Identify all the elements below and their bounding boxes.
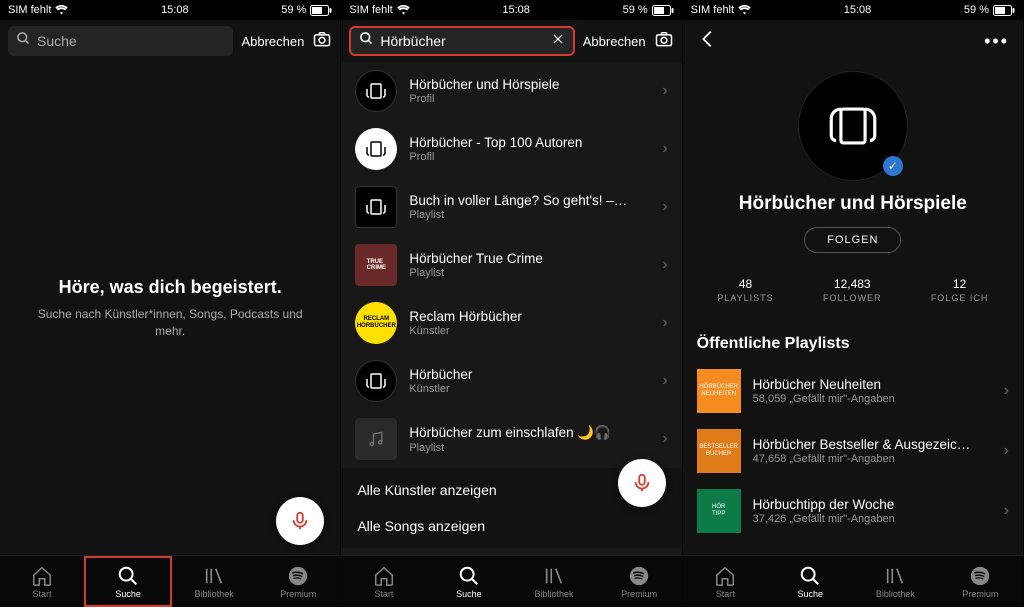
camera-button[interactable] (654, 29, 674, 54)
status-bar: SIM fehlt 15:08 59 % (683, 0, 1023, 20)
result-item[interactable]: HörbücherKünstler › (341, 352, 681, 410)
result-item[interactable]: Hörbücher zum einschlafen 🌙🎧Playlist › (341, 410, 681, 468)
battery-icon (993, 5, 1015, 16)
result-thumb (355, 128, 397, 170)
battery-icon (652, 5, 674, 16)
tab-bibliothek[interactable]: Bibliothek (172, 556, 256, 607)
stat-followers[interactable]: 12,483FOLLOWER (823, 277, 882, 303)
tab-premium[interactable]: Premium (938, 556, 1023, 607)
playlist-list: HÖRBÜCHERNEUHEITEN Hörbücher Neuheiten58… (683, 361, 1023, 541)
screen-search-empty: SIM fehlt 15:08 59 % Abbrechen Höre, was… (0, 0, 341, 607)
result-item[interactable]: Buch in voller Länge? So geht's! –…Playl… (341, 178, 681, 236)
section-public-playlists: Öffentliche Playlists (683, 317, 1023, 361)
result-item[interactable]: Hörbücher - Top 100 AutorenProfil › (341, 120, 681, 178)
wifi-icon (738, 5, 751, 15)
result-thumb: RECLAMHÖRBÜCHER (355, 302, 397, 344)
result-thumb: TRUECRIME (355, 244, 397, 286)
battery-icon (310, 5, 332, 16)
result-item[interactable]: TRUECRIME Hörbücher True CrimePlaylist › (341, 236, 681, 294)
clear-icon[interactable] (551, 32, 565, 51)
tab-bar: Start Suche Bibliothek Premium (0, 555, 340, 607)
result-thumb (355, 70, 397, 112)
cancel-button[interactable]: Abbrechen (583, 34, 646, 49)
wifi-icon (397, 5, 410, 15)
search-icon (16, 31, 31, 51)
chevron-right-icon: › (1004, 382, 1009, 400)
empty-subtitle: Suche nach Künstler*innen, Songs, Podcas… (24, 306, 316, 340)
profile-header: ••• (683, 20, 1023, 63)
tab-start[interactable]: Start (0, 556, 84, 607)
tab-premium[interactable]: Premium (256, 556, 340, 607)
tab-bibliothek[interactable]: Bibliothek (511, 556, 596, 607)
follow-button[interactable]: FOLGEN (804, 227, 901, 253)
playlist-thumb: BESTSELLERBÜCHER (697, 429, 741, 473)
profile-body: ✓ Hörbücher und Hörspiele FOLGEN 48PLAYL… (683, 63, 1023, 317)
tab-bibliothek[interactable]: Bibliothek (853, 556, 938, 607)
screen-profile: SIM fehlt 15:08 59 % ••• ✓ Hörbücher und… (683, 0, 1024, 607)
camera-button[interactable] (312, 29, 332, 54)
search-box[interactable] (349, 26, 574, 56)
battery-label: 59 % (281, 4, 306, 16)
more-button[interactable]: ••• (984, 31, 1009, 52)
tab-start[interactable]: Start (341, 556, 426, 607)
result-thumb (355, 186, 397, 228)
chevron-right-icon: › (662, 198, 667, 216)
tab-bar: Start Suche Bibliothek Premium (683, 555, 1023, 607)
chevron-right-icon: › (662, 140, 667, 158)
result-thumb (355, 360, 397, 402)
chevron-right-icon: › (1004, 442, 1009, 460)
search-icon (359, 31, 374, 51)
status-bar: SIM fehlt 15:08 59 % (341, 0, 681, 20)
empty-title: Höre, was dich begeistert. (59, 277, 282, 298)
search-input[interactable] (380, 33, 544, 49)
chevron-right-icon: › (662, 430, 667, 448)
clock-label: 15:08 (161, 4, 189, 16)
tab-bar: Start Suche Bibliothek Premium (341, 555, 681, 607)
stat-playlists[interactable]: 48PLAYLISTS (717, 277, 773, 303)
status-bar: SIM fehlt 15:08 59 % (0, 0, 340, 20)
cancel-button[interactable]: Abbrechen (241, 34, 304, 49)
mic-button[interactable] (276, 497, 324, 545)
chevron-right-icon: › (1004, 502, 1009, 520)
playlist-item[interactable]: HÖRTIPP Hörbuchtipp der Woche37,426 „Gef… (683, 481, 1023, 541)
tab-suche[interactable]: Suche (426, 556, 511, 607)
profile-avatar: ✓ (798, 71, 908, 181)
show-all-songs[interactable]: Alle Songs anzeigen (341, 512, 681, 548)
chevron-right-icon: › (662, 256, 667, 274)
mic-button[interactable] (618, 459, 666, 507)
wifi-icon (55, 5, 68, 15)
result-thumb (355, 418, 397, 460)
profile-name: Hörbücher und Hörspiele (739, 193, 967, 215)
playlist-item[interactable]: BESTSELLERBÜCHER Hörbücher Bestseller & … (683, 421, 1023, 481)
screen-search-results: SIM fehlt 15:08 59 % Abbrechen Hörbücher… (341, 0, 682, 607)
search-box[interactable] (8, 26, 233, 56)
playlist-thumb: HÖRTIPP (697, 489, 741, 533)
search-row: Abbrechen (0, 20, 340, 62)
result-item[interactable]: RECLAMHÖRBÜCHER Reclam HörbücherKünstler… (341, 294, 681, 352)
tab-start[interactable]: Start (683, 556, 768, 607)
chevron-right-icon: › (662, 82, 667, 100)
tab-suche[interactable]: Suche (84, 556, 172, 607)
search-row: Abbrechen (341, 20, 681, 62)
tab-suche[interactable]: Suche (768, 556, 853, 607)
tab-premium[interactable]: Premium (597, 556, 682, 607)
carrier-label: SIM fehlt (8, 4, 51, 16)
stat-following[interactable]: 12FOLGE ICH (931, 277, 989, 303)
empty-state: Höre, was dich begeistert. Suche nach Kü… (0, 62, 340, 555)
result-item[interactable]: Hörbücher und HörspieleProfil › (341, 62, 681, 120)
chevron-right-icon: › (662, 372, 667, 390)
back-button[interactable] (697, 28, 719, 55)
playlist-item[interactable]: HÖRBÜCHERNEUHEITEN Hörbücher Neuheiten58… (683, 361, 1023, 421)
profile-stats: 48PLAYLISTS 12,483FOLLOWER 12FOLGE ICH (683, 277, 1023, 303)
verified-badge: ✓ (883, 156, 903, 176)
search-input[interactable] (37, 33, 225, 49)
playlist-thumb: HÖRBÜCHERNEUHEITEN (697, 369, 741, 413)
chevron-right-icon: › (662, 314, 667, 332)
